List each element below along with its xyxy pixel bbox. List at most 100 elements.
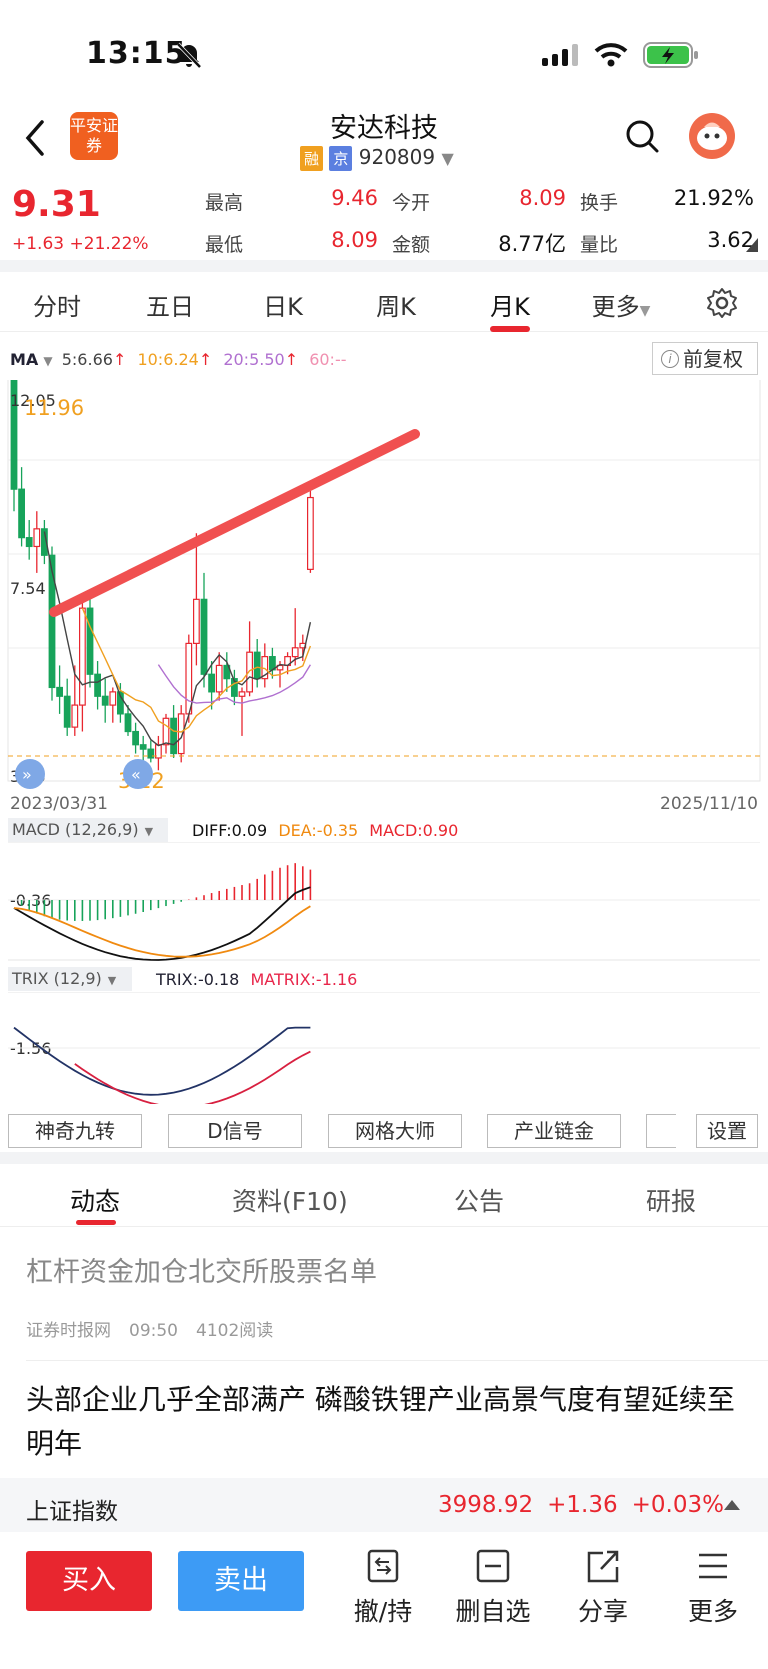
stock-code-row[interactable]: 融 京 920809 ▼ <box>300 145 454 171</box>
amount-value: 8.77亿 <box>498 232 566 256</box>
trend-line <box>49 429 420 617</box>
fuquan-button[interactable]: i 前复权 <box>652 342 758 375</box>
tab-announcements[interactable]: 公告 <box>454 1182 504 1218</box>
start-date: 2023/03/31 <box>10 794 108 814</box>
battery-charging-icon <box>643 42 698 68</box>
grid-master-button[interactable]: 网格大师 <box>328 1114 462 1148</box>
candle-body <box>193 598 200 645</box>
news-meta: 证券时报网 09:50 4102阅读 <box>26 1321 274 1341</box>
dropdown-arrow-icon: ▼ <box>441 149 454 168</box>
news-title[interactable]: 杠杆资金加仓北交所股票名单 <box>26 1250 377 1289</box>
candle-body <box>33 528 41 548</box>
open-value: 8.09 <box>519 186 566 210</box>
macd-selector[interactable]: MACD (12,26,9) ▼ <box>8 818 168 842</box>
trix-chart[interactable]: -1.56 <box>0 992 768 1104</box>
candle-body <box>147 748 155 759</box>
dea-line <box>13 905 311 958</box>
candle-body <box>307 496 314 570</box>
ma60-value: 60:-- <box>309 350 347 369</box>
industry-chain-button[interactable]: 产业链金 <box>487 1114 621 1148</box>
corner-arrow-icon <box>746 238 758 252</box>
candle-body <box>101 695 109 706</box>
divider <box>26 1360 768 1361</box>
turnover-label: 换手 <box>580 192 619 214</box>
magic-nine-button[interactable]: 神奇九转 <box>8 1114 142 1148</box>
ma-label: MA <box>10 350 39 369</box>
trix-values: TRIX:-0.18 MATRIX:-1.16 <box>156 970 358 989</box>
candle-body <box>94 673 102 697</box>
share-button[interactable]: 分享 <box>558 1548 648 1628</box>
buy-button[interactable]: 买入 <box>26 1551 152 1611</box>
cancel-hold-icon <box>367 1549 399 1583</box>
divider <box>0 1226 768 1227</box>
macd-chart[interactable]: -0.36 <box>0 842 768 962</box>
last-price: 9.31 <box>12 184 101 225</box>
candle-body <box>18 488 25 539</box>
diff-line <box>13 886 311 961</box>
up-arrow-icon: ↑ <box>198 350 213 369</box>
high-label: 最高 <box>205 192 244 214</box>
ma-dropdown-icon: ▼ <box>43 354 53 368</box>
trix-selector[interactable]: TRIX (12,9) ▼ <box>8 967 132 991</box>
candle-body <box>246 651 254 693</box>
index-name: 上证指数 <box>26 1499 118 1525</box>
open-label: 今开 <box>392 192 431 214</box>
info-icon: i <box>661 350 679 368</box>
tab-monthly-k[interactable]: 月K <box>465 287 555 322</box>
tab-research[interactable]: 研报 <box>646 1182 696 1218</box>
tab-weekly-k[interactable]: 周K <box>351 287 441 322</box>
ma-legend[interactable]: MA ▼ 5:6.66↑ 10:6.24↑ 20:5.50↑ 60:-- <box>10 350 346 369</box>
tab-five-day[interactable]: 五日 <box>125 287 215 322</box>
candle-body <box>200 598 208 675</box>
tab-more[interactable]: 更多▼ <box>576 287 666 322</box>
signal-icon <box>542 44 578 66</box>
d-signal-button[interactable]: D信号 <box>168 1114 302 1148</box>
tab-daily-k[interactable]: 日K <box>238 287 328 322</box>
candlestick-chart[interactable]: 12.05 7.54 3.23 11.96 3.12 » « <box>0 380 768 800</box>
more-button[interactable]: 更多 <box>668 1548 758 1628</box>
candle-body <box>238 691 246 697</box>
share-icon <box>587 1550 619 1583</box>
index-values: 3998.92 +1.36 +0.03% <box>438 1492 724 1518</box>
macd-values: DIFF:0.09 DEA:-0.35 MACD:0.90 <box>192 821 459 840</box>
candle-body <box>109 691 117 706</box>
sell-button[interactable]: 卖出 <box>178 1551 304 1611</box>
candle-body <box>208 673 216 693</box>
candle-body <box>132 730 140 746</box>
up-arrow-icon: ↑ <box>112 350 127 369</box>
candle-body <box>253 651 261 680</box>
section-gap <box>0 260 768 272</box>
candle-body <box>63 695 71 728</box>
menu-icon <box>699 1553 727 1579</box>
candle-body <box>162 717 170 746</box>
candle-body <box>71 704 79 728</box>
minus-box-icon <box>476 1549 510 1583</box>
ma20-value: 20:5.50 <box>223 350 285 369</box>
tab-news[interactable]: 动态 <box>70 1182 120 1218</box>
price-change: +1.63 +21.22% <box>12 234 149 254</box>
ma10-value: 10:6.24 <box>137 350 199 369</box>
avatar[interactable] <box>688 112 736 160</box>
cancel-hold-button[interactable]: 撤/持 <box>338 1548 428 1628</box>
candle-body <box>291 647 299 658</box>
wifi-icon <box>594 43 628 67</box>
candle-body <box>124 713 132 733</box>
tab-f10[interactable]: 资料(F10) <box>232 1182 348 1218</box>
settings-button[interactable]: 设置 <box>696 1114 758 1148</box>
trix-dropdown-icon: ▼ <box>107 974 117 987</box>
expand-up-icon[interactable] <box>723 1498 741 1512</box>
remove-watchlist-button[interactable]: 删自选 <box>448 1548 538 1628</box>
tab-fenshi[interactable]: 分时 <box>12 287 102 322</box>
up-arrow-icon: ↑ <box>284 350 299 369</box>
macd-dropdown-icon: ▼ <box>144 825 154 838</box>
search-icon[interactable] <box>624 118 660 156</box>
gear-icon[interactable] <box>706 287 738 319</box>
candle-body <box>185 642 193 715</box>
ma5-value: 5:6.66 <box>61 350 113 369</box>
candle-body <box>215 664 223 693</box>
news-title[interactable]: 头部企业几乎全部满产 磷酸铁锂产业高景气度有望延续至明年 <box>26 1378 746 1466</box>
more-tool-button[interactable] <box>646 1114 676 1148</box>
candle-body <box>25 537 33 548</box>
amount-label: 金额 <box>392 234 431 256</box>
svg-text:«: « <box>131 765 141 784</box>
